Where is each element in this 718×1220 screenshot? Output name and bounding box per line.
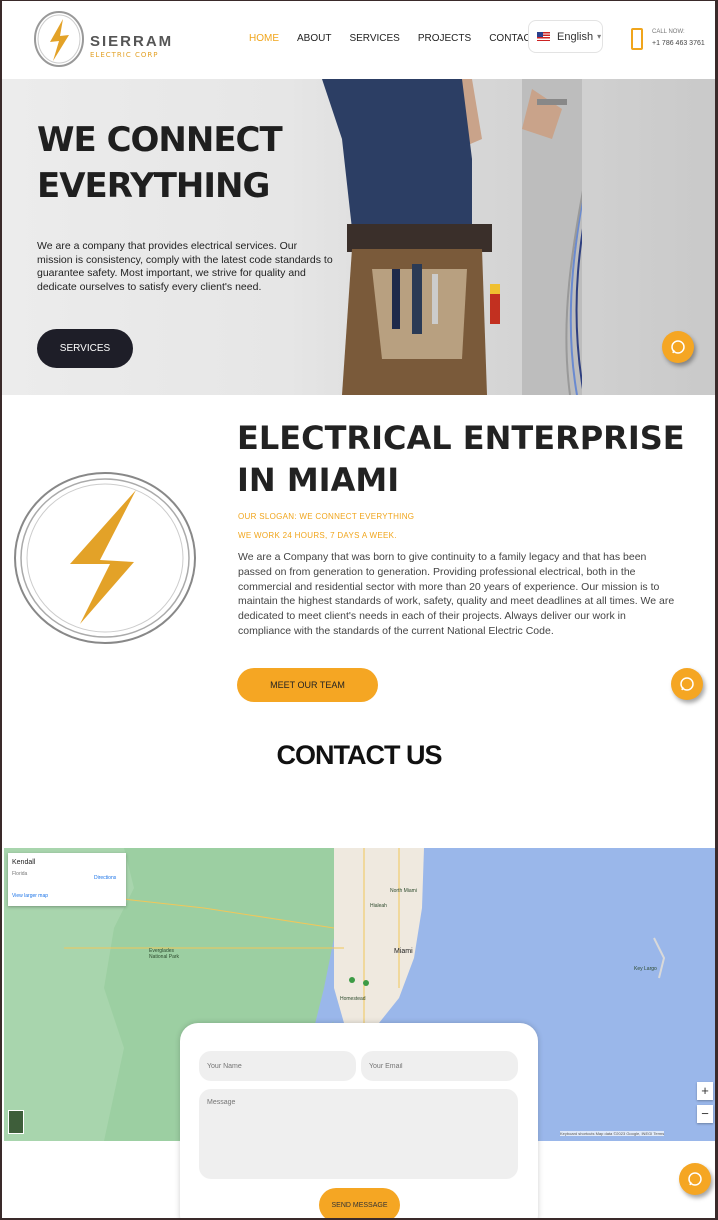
contact-form: SEND MESSAGE	[180, 1023, 538, 1220]
main-nav: HOME ABOUT SERVICES PROJECTS CONTACT	[249, 33, 555, 44]
slogan-text: OUR SLOGAN: WE CONNECT EVERYTHING	[238, 512, 415, 521]
enterprise-description: We are a Company that was born to give c…	[238, 551, 675, 637]
map-label-north-miami: North Miami	[390, 888, 417, 894]
whatsapp-button-2[interactable]	[671, 668, 703, 700]
map-place-sub: Florida	[12, 871, 28, 877]
phone-icon	[631, 28, 643, 50]
message-field[interactable]	[199, 1089, 518, 1179]
call-label: CALL NOW:	[652, 29, 685, 35]
map-label-key-largo: Key Largo	[634, 966, 657, 972]
view-larger-map-link[interactable]: View larger map	[12, 893, 48, 899]
lightning-logo-icon	[34, 11, 84, 67]
zoom-out-button[interactable]: −	[697, 1105, 713, 1123]
send-message-button[interactable]: SEND MESSAGE	[319, 1188, 400, 1220]
us-flag-icon	[537, 32, 550, 41]
lightning-logo-large	[14, 472, 196, 644]
whatsapp-icon	[680, 677, 694, 691]
company-logo[interactable]: SIERRAM ELECTRIC CORP	[32, 9, 171, 71]
nav-services[interactable]: SERVICES	[349, 33, 399, 44]
map-place-title: Kendall	[12, 859, 36, 866]
whatsapp-button-3[interactable]	[679, 1163, 711, 1195]
whatsapp-icon	[688, 1172, 702, 1186]
enterprise-title: ELECTRICAL ENTERPRISE IN MIAMI	[237, 419, 685, 499]
hero-description: We are a company that provides electrica…	[37, 240, 333, 293]
zoom-in-button[interactable]: +	[697, 1082, 713, 1100]
site-header: SIERRAM ELECTRIC CORP HOME ABOUT SERVICE…	[0, 0, 718, 79]
name-field[interactable]	[199, 1051, 356, 1081]
hero-section: WE CONNECT EVERYTHING We are a company t…	[0, 79, 718, 395]
contact-title: CONTACT US	[276, 740, 443, 770]
hero-title: WE CONNECT EVERYTHING	[37, 120, 283, 206]
map-place-card: Kendall Florida View larger map Directio…	[8, 853, 126, 906]
nav-home[interactable]: HOME	[249, 33, 279, 44]
whatsapp-button[interactable]	[662, 331, 694, 363]
map-label-everglades: Everglades National Park	[149, 948, 180, 960]
logo-tagline: ELECTRIC CORP	[90, 51, 159, 59]
hours-text: WE WORK 24 HOURS, 7 DAYS A WEEK.	[238, 531, 397, 540]
map-attribution: Keyboard shortcuts Map data ©2023 Google…	[560, 1131, 665, 1136]
map-label-hialeah: Hialeah	[370, 903, 387, 909]
language-label: English	[557, 30, 594, 43]
nav-about[interactable]: ABOUT	[297, 33, 331, 44]
meet-team-button[interactable]: MEET OUR TEAM	[237, 668, 378, 702]
map-label-homestead: Homestead	[340, 996, 366, 1002]
street-view-thumb[interactable]	[8, 1110, 24, 1134]
language-selector[interactable]: English ▾	[528, 20, 603, 53]
services-button[interactable]: SERVICES	[37, 329, 133, 368]
logo-name: SIERRAM	[90, 33, 174, 50]
phone-number[interactable]: +1 786 463 3761	[652, 40, 705, 47]
electrician-photo	[322, 79, 582, 395]
email-field[interactable]	[361, 1051, 518, 1081]
nav-projects[interactable]: PROJECTS	[418, 33, 471, 44]
map-label-miami: Miami	[394, 948, 413, 955]
whatsapp-icon	[671, 340, 685, 354]
directions-link[interactable]: Directions	[94, 875, 116, 881]
chevron-down-icon: ▾	[597, 32, 602, 41]
